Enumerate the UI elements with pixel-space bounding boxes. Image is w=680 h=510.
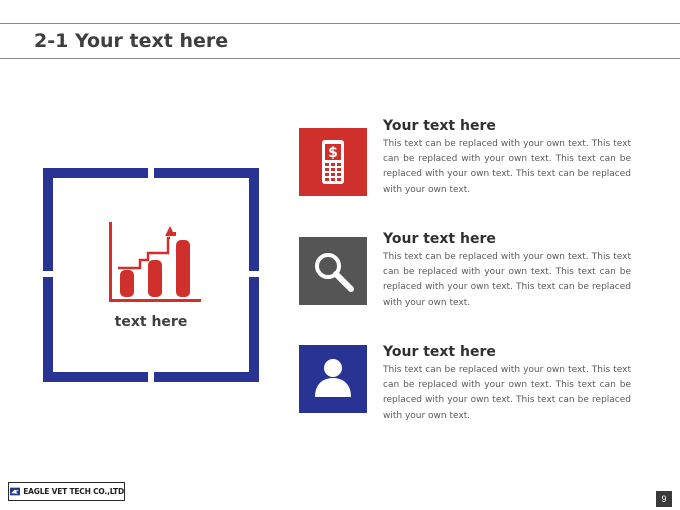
- item-body: This text can be replaced with your own …: [383, 252, 631, 308]
- frame-corner: [43, 168, 53, 271]
- frame-corner: [43, 168, 148, 178]
- item-icon-box: $: [299, 128, 367, 196]
- person-icon: [315, 359, 351, 397]
- frame-corner: [154, 168, 259, 178]
- item-body: This text can be replaced with your own …: [383, 365, 631, 421]
- item-title: Your text here: [383, 231, 496, 247]
- page-number: 9: [656, 491, 672, 507]
- company-logo: EAGLE VET TECH CO.,LTD: [8, 482, 125, 501]
- item-title: Your text here: [383, 344, 496, 360]
- eagle-logo-icon: [10, 487, 21, 496]
- frame-corner: [154, 372, 259, 382]
- frame-corner: [43, 372, 148, 382]
- header-top-rule: [0, 23, 680, 24]
- magnifier-icon: [315, 253, 354, 292]
- logo-text: EAGLE VET TECH CO.,LTD: [23, 487, 124, 496]
- item-icon-box: [299, 345, 367, 413]
- header-bottom-rule: [0, 58, 680, 59]
- frame-corner: [249, 168, 259, 271]
- item-icon-box: [299, 237, 367, 305]
- mobile-phone-dollar-icon: $: [322, 140, 344, 184]
- panel-caption: text here: [114, 314, 188, 330]
- bar-chart-icon: [109, 222, 201, 302]
- slide-title: 2-1 Your text here: [34, 30, 229, 52]
- item-title: Your text here: [383, 118, 496, 134]
- svg-text:$: $: [328, 145, 338, 161]
- item-body: This text can be replaced with your own …: [383, 139, 631, 195]
